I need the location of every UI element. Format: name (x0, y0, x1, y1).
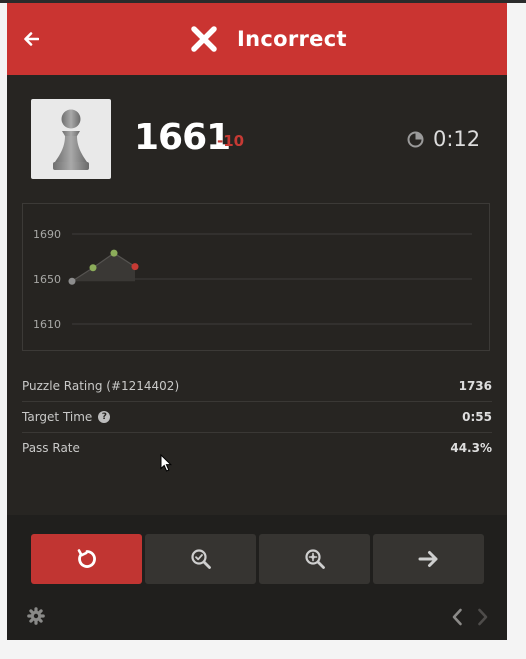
stat-row-target-time: Target Time ? 0:55 (22, 402, 492, 433)
result-status: Incorrect (189, 21, 347, 57)
arrow-left-icon (24, 32, 39, 46)
stat-label-text: Target Time (22, 410, 93, 424)
cursor-icon (160, 453, 173, 472)
stat-value: 44.3% (450, 441, 492, 455)
action-footer (7, 515, 507, 640)
stat-value: 0:55 (462, 410, 492, 424)
stat-label: Target Time ? (22, 410, 111, 424)
pawn-icon (53, 109, 89, 170)
result-title: Incorrect (237, 27, 347, 51)
y-tick-label: 1650 (33, 273, 61, 286)
rating-area (72, 253, 135, 282)
rating-chart: 1690 1650 1610 (22, 203, 490, 351)
analysis-icon (190, 549, 211, 569)
clock-icon (407, 131, 424, 147)
stat-value: 1736 (458, 379, 492, 393)
rating-chart-svg: 1690 1650 1610 (33, 228, 472, 331)
result-header: Incorrect (7, 3, 507, 75)
chevron-left-icon[interactable] (451, 608, 463, 626)
player-rating: 1661 (134, 117, 231, 158)
help-icon[interactable]: ? (98, 411, 111, 423)
mouse-cursor (160, 453, 173, 476)
explore-icon (304, 549, 325, 569)
rating-point (131, 263, 139, 271)
avatar (31, 99, 111, 179)
next-icon (418, 551, 437, 567)
action-buttons (31, 534, 484, 584)
timer-value: 0:12 (433, 127, 481, 151)
retry-button[interactable] (31, 534, 142, 584)
gear-icon (27, 607, 45, 625)
timer: 0:12 (407, 127, 480, 151)
y-tick-label: 1610 (33, 318, 61, 331)
move-navigation (451, 608, 489, 626)
rating-point (68, 277, 76, 285)
explore-button[interactable] (259, 534, 370, 584)
stat-label: Pass Rate (22, 441, 80, 455)
rating-point (110, 249, 118, 257)
settings-button[interactable] (27, 607, 45, 625)
chevron-right-icon[interactable] (477, 608, 489, 626)
stat-row-puzzle-rating: Puzzle Rating (#1214402) 1736 (22, 371, 492, 402)
puzzle-stats: Puzzle Rating (#1214402) 1736 Target Tim… (22, 371, 492, 463)
x-icon (191, 26, 217, 52)
stat-label-text: Pass Rate (22, 441, 80, 455)
retry-icon (77, 549, 96, 568)
puzzle-result-panel: Incorrect 1661 -10 0:12 169016501610 P (7, 3, 507, 640)
back-button[interactable] (21, 29, 41, 49)
next-button[interactable] (373, 534, 484, 584)
stat-row-pass-rate: Pass Rate 44.3% (22, 433, 492, 463)
y-tick-label: 1690 (33, 228, 61, 241)
rating-point (89, 264, 97, 272)
stat-label: Puzzle Rating (#1214402) (22, 379, 179, 393)
rating-change: -10 (217, 132, 245, 150)
analysis-button[interactable] (145, 534, 256, 584)
stat-label-text: Puzzle Rating (#1214402) (22, 379, 180, 393)
